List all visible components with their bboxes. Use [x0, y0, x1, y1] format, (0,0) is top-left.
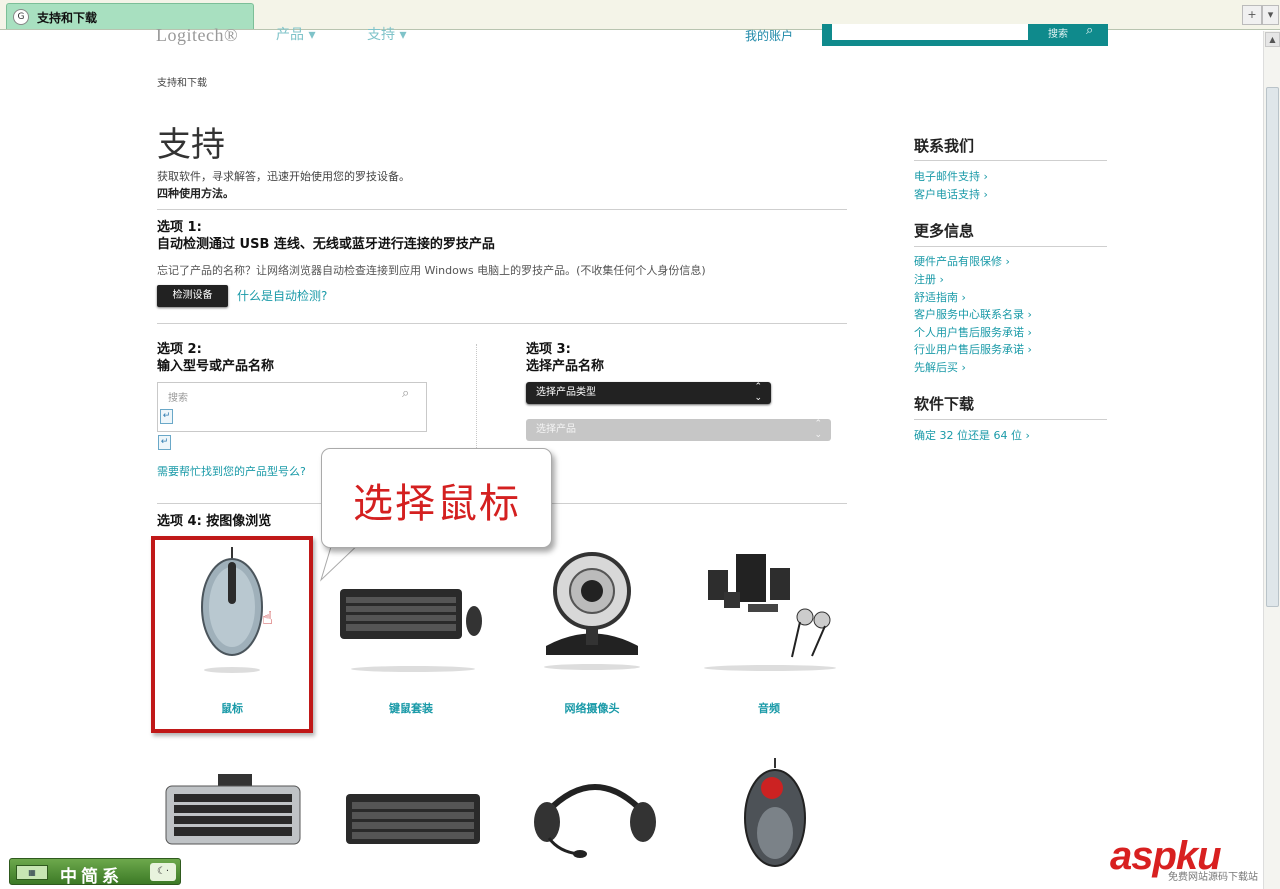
intro-text: 获取软件，寻求解答，迅速开始使用您的罗技设备。 [157, 170, 410, 183]
sidebar-link-comfort-guide[interactable]: 舒适指南 › [914, 289, 966, 305]
webcam-product-image[interactable] [540, 551, 644, 671]
select-updown-icon: ⌃ ⌄ [814, 419, 822, 440]
enter-arrow-icon[interactable]: ↵ [160, 409, 173, 424]
product-type-select-label: 选择产品类型 [536, 387, 596, 398]
audio-product-image[interactable] [700, 552, 840, 672]
sidebar-contact-title: 联系我们 [914, 137, 975, 155]
search-placeholder: 搜索 [168, 393, 188, 404]
watermark-subtitle: 免费网站源码下载站 [1168, 872, 1258, 883]
column-separator [476, 344, 477, 454]
nav-products[interactable]: 产品 ▾ [276, 24, 315, 44]
product-select[interactable]: 选择产品 ⌃ ⌄ [526, 419, 831, 441]
sidebar-link-32-64-bit[interactable]: 确定 32 位还是 64 位 › [914, 427, 1030, 443]
intro-subtitle: 四种使用方法。 [157, 187, 234, 200]
annotation-callout: 选择鼠标 [321, 448, 552, 548]
sidebar-link-phone-support[interactable]: 客户电话支持 › [914, 186, 988, 202]
option1-title: 自动检测通过 USB 连线、无线或蓝牙进行连接的罗技产品 [157, 237, 495, 252]
new-tab-icon[interactable]: + [1242, 5, 1262, 25]
scrollbar-thumb[interactable] [1266, 87, 1279, 607]
tab-list-chevron-icon[interactable]: ▾ [1262, 5, 1279, 25]
option2-label: 选项 2: [157, 342, 202, 357]
header-search-input[interactable] [832, 24, 1028, 40]
divider [914, 160, 1107, 161]
header-search-label[interactable]: 搜索 [1048, 25, 1068, 40]
product-search-input[interactable]: 搜索 ⌕ ↵ [157, 382, 427, 432]
sidebar-link-business-service[interactable]: 行业用户售后服务承诺 › [914, 341, 1032, 357]
logitech-favicon-icon: G [13, 9, 29, 25]
sidebar-link-register[interactable]: 注册 › [914, 271, 944, 287]
nav-support[interactable]: 支持 ▾ [367, 24, 406, 44]
sidebar-download-title: 软件下载 [914, 395, 975, 413]
browser-tab-title: 支持和下载 [37, 11, 98, 25]
gaming-keyboard-product-image[interactable] [164, 772, 304, 852]
divider [914, 246, 1107, 247]
product-select-label: 选择产品 [536, 424, 576, 435]
trackball-product-image[interactable] [740, 758, 810, 868]
option2-title: 输入型号或产品名称 [157, 359, 275, 374]
option1-label: 选项 1: [157, 220, 202, 235]
what-is-auto-detect-link[interactable]: 什么是自动检测? [237, 287, 327, 304]
search-icon[interactable]: ⌕ [402, 386, 409, 401]
option3-label: 选项 3: [526, 342, 571, 357]
enter-arrow-icon[interactable]: ↵ [158, 435, 171, 450]
sidebar-link-email-support[interactable]: 电子邮件支持 › [914, 168, 988, 184]
moon-icon[interactable]: ☾· [150, 863, 176, 881]
sidebar-link-warranty[interactable]: 硬件产品有限保修 › [914, 253, 1010, 269]
page-title: 支持 [157, 125, 225, 165]
option1-description: 忘记了产品的名称？让网络浏览器自动检查连接到应用 Windows 电脑上的罗技产… [157, 264, 706, 277]
option4-title: 选项 4: 按图像浏览 [157, 514, 272, 529]
breadcrumb[interactable]: 支持和下载 [157, 74, 207, 89]
help-find-model-link[interactable]: 需要帮忙找到您的产品型号么? [157, 463, 306, 479]
header-search-bar: 搜索 ⌕ [822, 23, 1108, 46]
product-type-select[interactable]: 选择产品类型 ⌃ ⌄ [526, 382, 771, 404]
option3-title: 选择产品名称 [526, 359, 605, 374]
sidebar-link-try-before-buy[interactable]: 先解后买 › [914, 359, 966, 375]
logitech-logo[interactable]: Logitech® [156, 25, 238, 46]
keyboard-combo-product-image[interactable] [338, 585, 488, 675]
divider [157, 209, 847, 210]
my-account-link[interactable]: 我的账户 [745, 27, 793, 44]
divider [157, 323, 847, 324]
sidebar-link-service-centers[interactable]: 客户服务中心联系名录 › [914, 306, 1032, 322]
product-label-keyboard-combo[interactable]: 键鼠套装 [331, 700, 491, 716]
select-updown-icon: ⌃ ⌄ [754, 382, 762, 403]
detect-device-button[interactable]: 检测设备 [157, 285, 228, 307]
keyboard-product-image[interactable] [344, 790, 484, 850]
mouse-highlight-box [151, 536, 313, 733]
product-label-audio[interactable]: 音频 [689, 700, 849, 716]
ime-mode-label[interactable]: 中简系 [60, 862, 123, 887]
sidebar-link-personal-service[interactable]: 个人用户售后服务承诺 › [914, 324, 1032, 340]
scroll-up-arrow-icon[interactable]: ▲ [1265, 32, 1280, 47]
ime-toolbar[interactable]: ▦ 中简系 ☾· [9, 858, 181, 887]
product-label-webcam[interactable]: 网络摄像头 [512, 700, 672, 716]
keyboard-icon[interactable]: ▦ [16, 865, 48, 880]
headset-product-image[interactable] [529, 772, 663, 862]
vertical-scrollbar[interactable]: ▲ [1263, 31, 1280, 889]
divider [914, 419, 1107, 420]
callout-text: 选择鼠标 [353, 481, 521, 527]
search-icon[interactable]: ⌕ [1086, 23, 1093, 38]
sidebar-more-title: 更多信息 [914, 222, 975, 240]
